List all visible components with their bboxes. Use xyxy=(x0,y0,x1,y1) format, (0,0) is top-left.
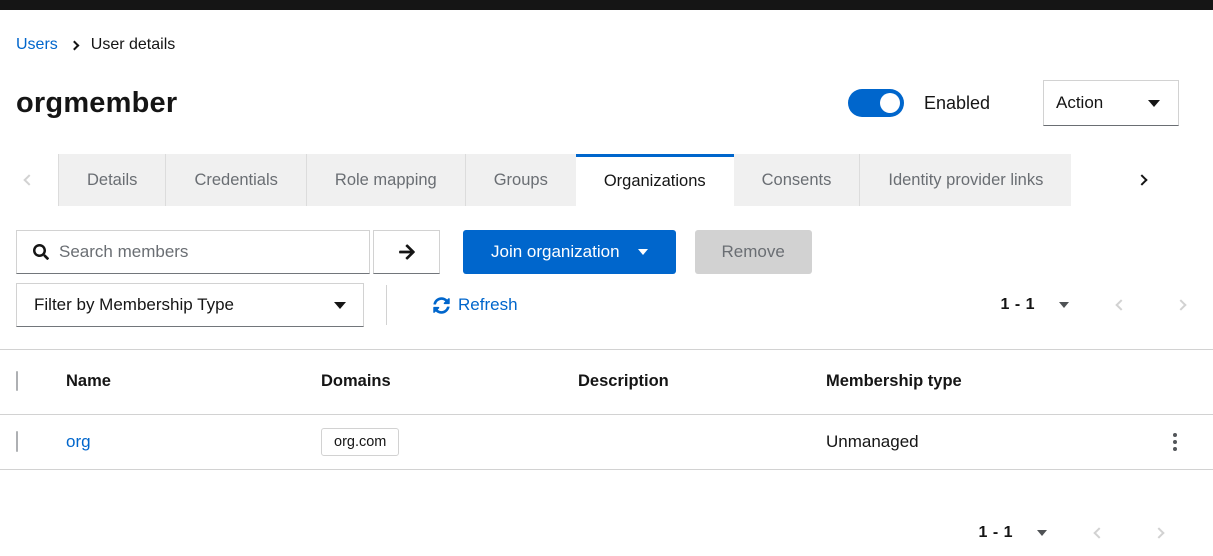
action-dropdown[interactable]: Action xyxy=(1043,80,1179,126)
caret-down-icon xyxy=(334,301,346,309)
join-organization-label: Join organization xyxy=(491,242,620,261)
tab-label: Organizations xyxy=(603,172,706,190)
pagination-prev-icon[interactable] xyxy=(1115,299,1127,311)
chevron-right-icon xyxy=(1136,174,1148,186)
join-organization-button[interactable]: Join organization xyxy=(463,230,676,274)
column-header-description: Description xyxy=(578,372,669,391)
pagination-prev-icon[interactable] xyxy=(1093,526,1105,539)
pagination-top: 1 - 1 xyxy=(1000,296,1187,314)
toolbar-row-2: Filter by Membership Type Refresh 1 - 1 xyxy=(16,283,1197,327)
pagination-range[interactable]: 1 - 1 xyxy=(978,524,1013,542)
toggle-label[interactable]: Enabled xyxy=(924,93,990,114)
select-all-checkbox[interactable] xyxy=(16,371,18,392)
table-header-row: Name Domains Description Membership type xyxy=(0,350,1213,414)
column-header-domains: Domains xyxy=(321,372,391,391)
pagination-range[interactable]: 1 - 1 xyxy=(1000,296,1035,314)
toggle-knob xyxy=(879,93,900,113)
tab-role-mapping[interactable]: Role mapping xyxy=(305,154,465,206)
caret-down-icon xyxy=(637,249,648,255)
org-name-link[interactable]: org xyxy=(66,432,91,451)
members-table: Name Domains Description Membership type… xyxy=(0,350,1213,470)
search-box xyxy=(16,230,370,274)
refresh-button[interactable]: Refresh xyxy=(433,295,518,315)
tab-organizations[interactable]: Organizations xyxy=(575,154,734,206)
tab-details[interactable]: Details xyxy=(58,154,166,206)
remove-label: Remove xyxy=(721,242,785,261)
tab-label: Consents xyxy=(761,170,832,189)
pagination-caret-icon[interactable] xyxy=(1037,529,1047,536)
column-header-name: Name xyxy=(66,372,111,391)
pagination-next-icon[interactable] xyxy=(1175,299,1187,311)
row-checkbox[interactable] xyxy=(16,430,18,452)
remove-button[interactable]: Remove xyxy=(694,230,812,274)
tab-label: Identity provider links xyxy=(888,170,1044,189)
refresh-label: Refresh xyxy=(458,295,518,314)
enabled-toggle[interactable]: Enabled xyxy=(847,89,990,117)
search-members-input[interactable] xyxy=(59,231,369,273)
breadcrumb: Users User details xyxy=(0,36,1213,54)
breadcrumb-link-users[interactable]: Users xyxy=(16,36,58,54)
chevron-left-icon xyxy=(23,174,35,186)
tab-bar: Details Credentials Role mapping Groups … xyxy=(0,154,1213,206)
tab-label: Role mapping xyxy=(334,170,437,189)
toolbar-divider xyxy=(386,285,387,325)
masthead-bar xyxy=(0,0,1213,10)
column-header-membership-type: Membership type xyxy=(826,372,962,391)
tab-label: Groups xyxy=(493,170,548,189)
filter-label: Filter by Membership Type xyxy=(34,295,234,314)
members-toolbar: Join organization Remove Filter by Membe… xyxy=(0,230,1213,327)
toggle-track[interactable] xyxy=(847,89,904,117)
toolbar-row-1: Join organization Remove xyxy=(16,230,1197,274)
tab-credentials[interactable]: Credentials xyxy=(165,154,306,206)
page-title: orgmember xyxy=(16,86,178,119)
tab-scroll-right-button[interactable] xyxy=(1071,154,1213,206)
refresh-icon xyxy=(433,296,450,314)
domain-chip: org.com xyxy=(321,427,400,456)
pagination-caret-icon[interactable] xyxy=(1059,302,1069,308)
header-actions: Enabled Action xyxy=(847,80,1179,126)
arrow-right-icon xyxy=(398,243,416,261)
tab-scroll-left-button[interactable] xyxy=(0,154,58,206)
action-dropdown-label: Action xyxy=(1056,93,1104,112)
search-icon xyxy=(33,244,49,260)
membership-type-filter[interactable]: Filter by Membership Type xyxy=(16,283,364,327)
membership-type-cell: Unmanaged xyxy=(826,431,919,451)
tab-label: Details xyxy=(87,170,138,189)
table-row: org org.com Unmanaged xyxy=(0,414,1213,469)
tab-label: Credentials xyxy=(194,170,278,189)
pagination-bottom: 1 - 1 xyxy=(0,524,1213,542)
caret-down-icon xyxy=(1148,99,1160,107)
tab-consents[interactable]: Consents xyxy=(733,154,860,206)
pagination-next-icon[interactable] xyxy=(1153,526,1165,539)
row-actions-kebab-icon[interactable] xyxy=(1163,429,1187,455)
page-header: orgmember Enabled Action xyxy=(0,80,1213,126)
tab-groups[interactable]: Groups xyxy=(464,154,576,206)
breadcrumb-divider-icon xyxy=(69,40,80,50)
tab-identity-provider-links[interactable]: Identity provider links xyxy=(859,154,1072,206)
search-submit-button[interactable] xyxy=(373,230,440,274)
breadcrumb-current: User details xyxy=(90,36,176,53)
